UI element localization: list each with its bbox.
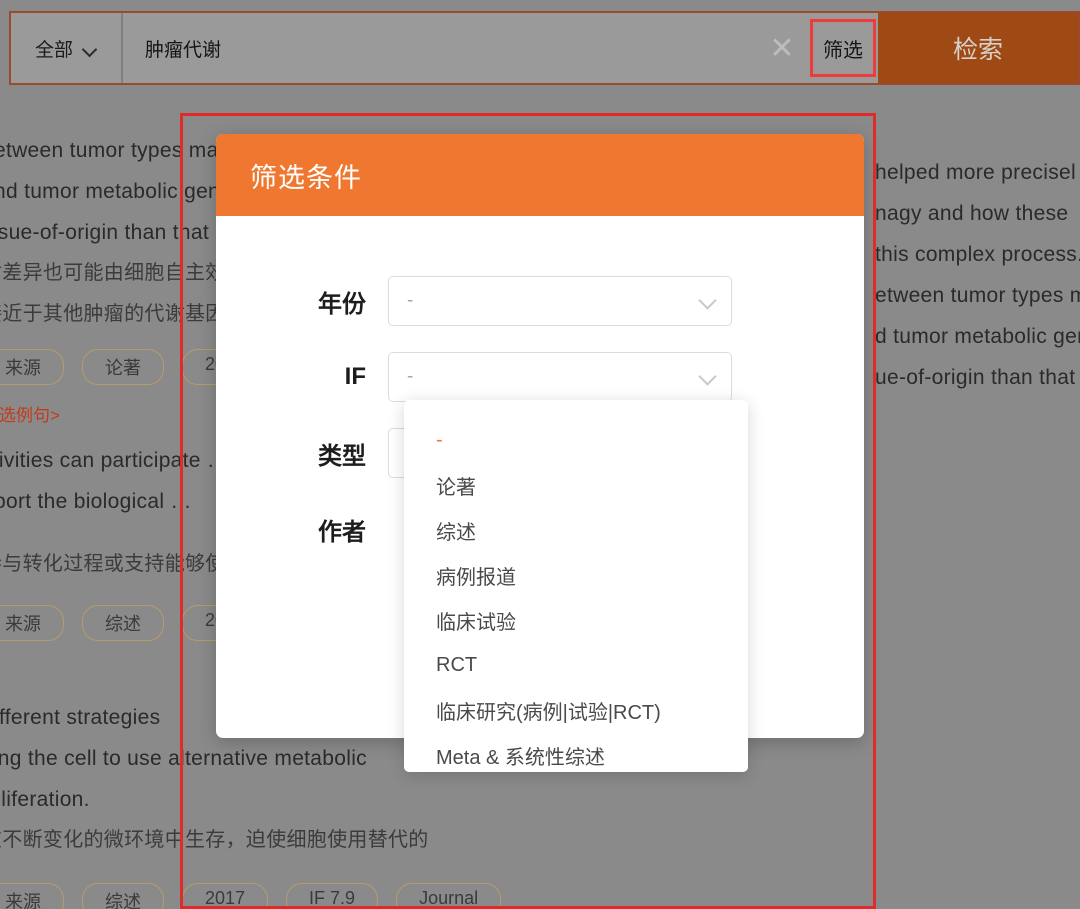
filter-button[interactable]: 筛选 bbox=[810, 19, 876, 77]
if-select[interactable]: - bbox=[388, 352, 732, 402]
result-tag[interactable]: 综述 bbox=[82, 605, 164, 641]
close-icon[interactable]: ✕ bbox=[754, 13, 810, 83]
filter-dialog-header: 筛选条件 bbox=[216, 134, 864, 216]
type-option[interactable]: RCT bbox=[404, 643, 748, 688]
result-text-line-cn: 在不断变化的微环境中生存，迫使细胞使用替代的 bbox=[0, 829, 429, 851]
field-label-type: 类型 bbox=[318, 442, 366, 470]
result-tag[interactable]: 来源 bbox=[0, 349, 64, 385]
chevron-down-icon bbox=[83, 44, 97, 53]
result-text-line: helped more precisel bbox=[875, 161, 1076, 184]
field-row-year: 年份 - bbox=[216, 276, 864, 326]
search-input-value: 肿瘤代谢 bbox=[145, 39, 222, 61]
result-text-line: etween tumor types m bbox=[875, 284, 1080, 307]
result-tag[interactable]: 综述 bbox=[82, 883, 164, 909]
result-tag[interactable]: 来源 bbox=[0, 605, 64, 641]
submit-search-button[interactable]: 检索 bbox=[878, 13, 1078, 83]
result-tag[interactable]: 2017 bbox=[182, 883, 269, 909]
if-select-value: - bbox=[407, 366, 414, 387]
result-text-line: d tumor metabolic gene bbox=[875, 325, 1080, 348]
field-label-year: 年份 bbox=[318, 290, 366, 318]
type-option-list: - 论著 综述 病例报道 临床试验 RCT 临床研究(病例|试验|RCT) Me… bbox=[404, 418, 748, 772]
search-input[interactable]: 肿瘤代谢 bbox=[123, 13, 754, 83]
type-option[interactable]: 临床试验 bbox=[404, 598, 748, 643]
result-tag[interactable]: IF 7.9 bbox=[286, 883, 379, 909]
result-text-line: ue-of-origin than that of bbox=[875, 366, 1080, 389]
type-option[interactable]: 临床研究(病例|试验|RCT) bbox=[404, 688, 748, 733]
search-scope-label: 全部 bbox=[34, 39, 73, 61]
type-option[interactable]: 病例报道 bbox=[404, 553, 748, 598]
result-tag[interactable]: Journal bbox=[396, 883, 502, 909]
search-bar: 全部 肿瘤代谢 ✕ 筛选 检索 bbox=[0, 0, 1080, 92]
chevron-down-icon bbox=[699, 292, 717, 310]
year-select-value: - bbox=[407, 290, 414, 311]
field-label-if: IF bbox=[344, 363, 366, 390]
result-text-line: nagy and how these bbox=[875, 202, 1069, 225]
year-select[interactable]: - bbox=[388, 276, 732, 326]
type-option[interactable]: 综述 bbox=[404, 508, 748, 553]
filter-dialog-title: 筛选条件 bbox=[250, 162, 362, 193]
field-label-author: 作者 bbox=[318, 518, 366, 546]
search-shell: 全部 肿瘤代谢 ✕ 筛选 检索 bbox=[9, 11, 1080, 85]
result-tag[interactable]: 论著 bbox=[82, 349, 164, 385]
result-tag-list: 来源 综述 2017 IF 7.9 Journal bbox=[0, 883, 1080, 909]
result-tag[interactable]: 来源 bbox=[0, 883, 64, 909]
chevron-down-icon bbox=[699, 368, 717, 386]
search-scope-select[interactable]: 全部 bbox=[11, 13, 123, 83]
type-option[interactable]: Meta & 系统性综述 bbox=[404, 733, 748, 772]
result-right-column: helped more precisel nagy and how these … bbox=[875, 152, 1080, 398]
result-text-line: this complex process. bbox=[875, 243, 1080, 266]
field-row-if: IF - bbox=[216, 352, 864, 402]
type-option[interactable]: 论著 bbox=[404, 463, 748, 508]
type-select-dropdown[interactable]: - 论著 综述 病例报道 临床试验 RCT 临床研究(病例|试验|RCT) Me… bbox=[404, 400, 748, 772]
type-option[interactable]: - bbox=[404, 418, 748, 463]
result-text-line: roliferation. bbox=[0, 788, 90, 811]
